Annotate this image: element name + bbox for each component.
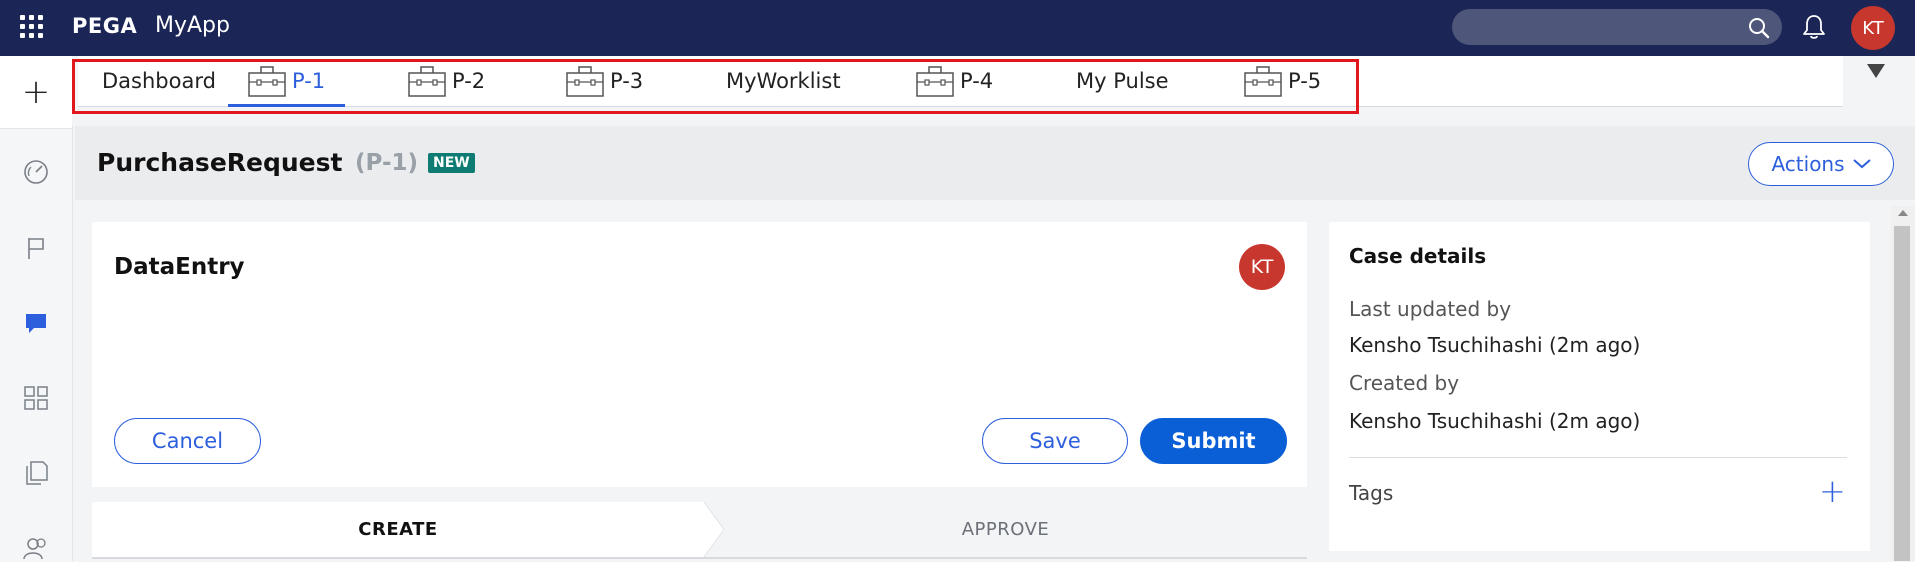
chat-icon[interactable] xyxy=(22,309,50,337)
actions-button[interactable]: Actions xyxy=(1748,142,1894,186)
apps-icon[interactable] xyxy=(22,384,50,412)
tabs-highlight-box xyxy=(72,59,1359,114)
brand-logo: PEGA xyxy=(72,14,138,38)
chevron-down-icon xyxy=(1852,159,1871,169)
flag-icon[interactable] xyxy=(22,234,50,262)
last-updated-value: Kensho Tsuchihashi (2m ago) xyxy=(1349,333,1641,357)
created-by-value: Kensho Tsuchihashi (2m ago) xyxy=(1349,409,1641,433)
bell-icon[interactable] xyxy=(1801,13,1827,41)
assignee-avatar[interactable]: KT xyxy=(1239,244,1285,290)
tab-overflow-dropdown-icon[interactable] xyxy=(1867,64,1885,78)
submit-button[interactable]: Submit xyxy=(1140,418,1287,464)
top-header-bar: PEGA MyApp KT xyxy=(0,0,1915,56)
scroll-up-arrow-icon[interactable] xyxy=(1898,210,1908,216)
case-details-panel: Case details Last updated by Kensho Tsuc… xyxy=(1329,222,1870,551)
assignment-panel: DataEntry KT Cancel Save Submit xyxy=(92,222,1307,487)
stage-create: CREATE xyxy=(92,502,724,557)
case-details-heading: Case details xyxy=(1349,244,1487,268)
stage-label: APPROVE xyxy=(961,519,1050,540)
gauge-icon[interactable] xyxy=(22,158,50,186)
actions-label: Actions xyxy=(1771,152,1845,176)
scrollbar-thumb[interactable] xyxy=(1894,226,1910,561)
save-button[interactable]: Save xyxy=(982,418,1128,464)
app-grid-icon[interactable] xyxy=(20,15,44,39)
last-updated-label: Last updated by xyxy=(1349,297,1512,321)
left-navigation-rail: + xyxy=(0,56,73,561)
assignment-title: DataEntry xyxy=(114,254,245,280)
case-header: PurchaseRequest (P-1) NEW Actions xyxy=(75,126,1915,200)
people-icon[interactable] xyxy=(22,534,50,562)
tab-bar: Dashboard P-1 P-2 P-3 MyWorklist P-4 My … xyxy=(72,56,1915,126)
case-id: (P-1) xyxy=(355,150,419,176)
divider xyxy=(1349,457,1847,458)
documents-icon[interactable] xyxy=(22,459,50,487)
created-by-label: Created by xyxy=(1349,371,1460,395)
tags-label: Tags xyxy=(1349,481,1394,505)
status-badge: NEW xyxy=(428,153,475,173)
create-plus-icon[interactable]: + xyxy=(0,56,72,129)
user-avatar[interactable]: KT xyxy=(1851,6,1895,50)
case-title: PurchaseRequest xyxy=(97,148,343,177)
stage-label: CREATE xyxy=(358,519,438,540)
vertical-scrollbar[interactable] xyxy=(1891,206,1915,561)
stage-chevrons: CREATE APPROVE xyxy=(92,502,1307,559)
add-tag-plus-icon[interactable]: + xyxy=(1819,472,1846,510)
app-name: MyApp xyxy=(155,13,230,38)
search-icon[interactable] xyxy=(1748,17,1770,39)
stage-approve: APPROVE xyxy=(704,502,1307,557)
cancel-button[interactable]: Cancel xyxy=(114,418,261,464)
search-input[interactable] xyxy=(1452,9,1782,45)
